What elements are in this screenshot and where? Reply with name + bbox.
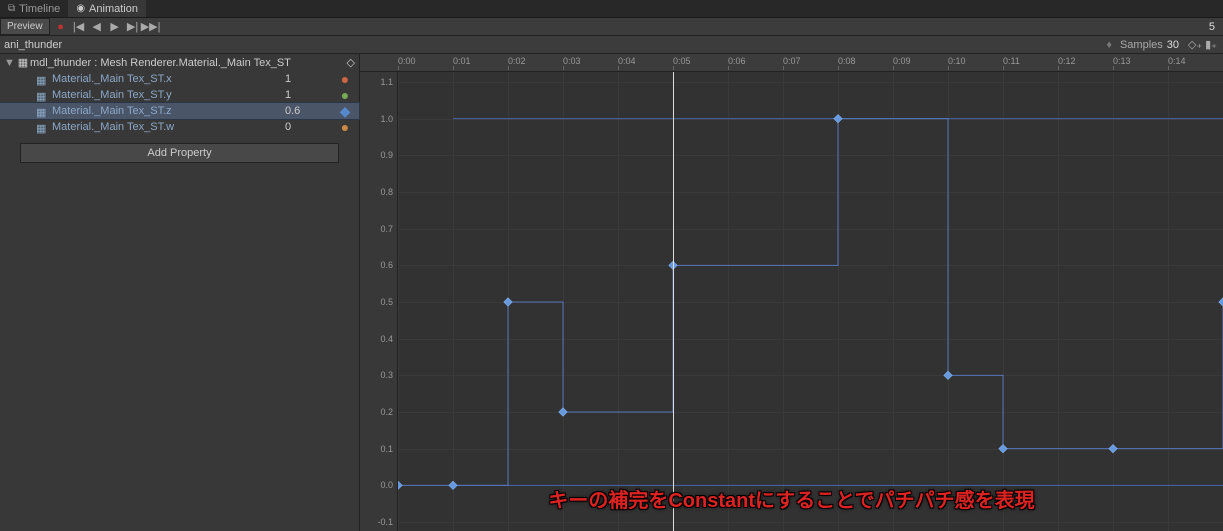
y-axis-label: 0.9 bbox=[380, 150, 393, 160]
keyframe-diamond[interactable] bbox=[1219, 298, 1223, 306]
ruler-tick: 0:12 bbox=[1058, 56, 1076, 66]
y-axis-label: 1.0 bbox=[380, 114, 393, 124]
keyframe-diamond[interactable] bbox=[504, 298, 512, 306]
ruler-tick: 0:06 bbox=[728, 56, 746, 66]
y-axis-label: 0.3 bbox=[380, 370, 393, 380]
add-event-button[interactable]: ▮₊ bbox=[1203, 38, 1219, 51]
add-keyframe-button[interactable]: ◇₊ bbox=[1187, 38, 1203, 51]
next-frame-button[interactable]: ▶| bbox=[124, 19, 142, 35]
prev-frame-button[interactable]: ◀ bbox=[88, 19, 106, 35]
tab-timeline[interactable]: ⧉Timeline bbox=[0, 0, 68, 17]
property-name: Material._Main Tex_ST.w bbox=[52, 121, 285, 133]
property-row[interactable]: ▦ Material._Main Tex_ST.w 0 ● bbox=[0, 119, 359, 135]
property-name: Material._Main Tex_ST.z bbox=[52, 105, 285, 117]
annotation-text: キーの補完をConstantにすることでパチパチ感を表現 bbox=[548, 484, 1034, 513]
ruler-tick: 0:09 bbox=[893, 56, 911, 66]
property-value[interactable]: 1 bbox=[285, 73, 335, 85]
keyframe-indicator-icon[interactable]: ● bbox=[335, 90, 355, 100]
y-axis-label: 0.0 bbox=[380, 480, 393, 490]
ruler-tick: 0:03 bbox=[563, 56, 581, 66]
y-axis-label: -0.1 bbox=[377, 517, 393, 527]
ruler-tick: 0:01 bbox=[453, 56, 471, 66]
property-name: Material._Main Tex_ST.y bbox=[52, 89, 285, 101]
ruler-tick: 0:00 bbox=[398, 56, 416, 66]
property-root[interactable]: ▼ ▦ mdl_thunder : Mesh Renderer.Material… bbox=[0, 54, 359, 71]
mesh-renderer-icon: ▦ bbox=[16, 57, 30, 69]
property-row[interactable]: ▦ Material._Main Tex_ST.y 1 ● bbox=[0, 87, 359, 103]
y-axis-label: 0.7 bbox=[380, 224, 393, 234]
property-name: Material._Main Tex_ST.x bbox=[52, 73, 285, 85]
samples-field[interactable]: 30 bbox=[1167, 39, 1179, 51]
curve-graph-area[interactable]: 1.1 1.0 0.9 0.8 0.7 0.6 0.5 0.4 0.3 0.2 0.1 0.0 -0.1… bbox=[360, 72, 1223, 531]
y-axis-label: 0.8 bbox=[380, 187, 393, 197]
y-axis-label: 0.5 bbox=[380, 297, 393, 307]
clip-menu-icon[interactable]: ♦ bbox=[1106, 39, 1112, 51]
frame-number-field[interactable]: 5 bbox=[1165, 21, 1215, 33]
property-root-label: mdl_thunder : Mesh Renderer.Material._Ma… bbox=[30, 57, 291, 69]
ruler-tick: 0:14 bbox=[1168, 56, 1186, 66]
keyframe-indicator-icon[interactable]: ● bbox=[335, 74, 355, 84]
play-button[interactable]: ▶ bbox=[106, 19, 124, 35]
keyframe-diamond[interactable] bbox=[1109, 444, 1117, 452]
ruler-tick: 0:02 bbox=[508, 56, 526, 66]
clip-dropdown[interactable]: ani_thunder bbox=[4, 39, 1106, 51]
preview-button[interactable]: Preview bbox=[0, 18, 50, 35]
ruler-tick: 0:11 bbox=[1003, 56, 1020, 66]
y-axis-label: 0.1 bbox=[380, 444, 393, 454]
keyframe-diamond[interactable] bbox=[449, 481, 457, 489]
keyframe-diamond-icon[interactable]: ◇ bbox=[347, 56, 355, 69]
y-axis-label: 1.1 bbox=[380, 77, 393, 87]
time-ruler[interactable]: 0:00 0:01 0:02 0:03 0:04 0:05 0:06 0:07 0:08 0:09… bbox=[360, 54, 1223, 72]
ruler-tick: 0:07 bbox=[783, 56, 801, 66]
y-axis-label: 0.4 bbox=[380, 334, 393, 344]
property-icon: ▦ bbox=[36, 74, 48, 84]
y-axis-label: 0.2 bbox=[380, 407, 393, 417]
ruler-tick: 0:10 bbox=[948, 56, 966, 66]
ruler-tick: 0:08 bbox=[838, 56, 856, 66]
property-row[interactable]: ▦ Material._Main Tex_ST.x 1 ● bbox=[0, 71, 359, 87]
timeline-icon: ⧉ bbox=[8, 3, 15, 14]
keyframe-indicator-icon[interactable]: ● bbox=[335, 122, 355, 132]
ruler-tick: 0:04 bbox=[618, 56, 636, 66]
ruler-tick: 0:13 bbox=[1113, 56, 1131, 66]
property-value[interactable]: 1 bbox=[285, 89, 335, 101]
property-icon: ▦ bbox=[36, 122, 48, 132]
playhead[interactable] bbox=[673, 72, 674, 531]
record-button[interactable]: ● bbox=[52, 19, 70, 35]
animation-icon: ◉ bbox=[76, 3, 85, 14]
first-frame-button[interactable]: |◀ bbox=[70, 19, 88, 35]
tab-animation[interactable]: ◉Animation bbox=[68, 0, 146, 17]
keyframe-diamond[interactable] bbox=[999, 444, 1007, 452]
y-axis: 1.1 1.0 0.9 0.8 0.7 0.6 0.5 0.4 0.3 0.2 0.1 0.0 -0.1 bbox=[360, 72, 398, 531]
last-frame-button[interactable]: ▶▶| bbox=[142, 19, 160, 35]
property-icon: ▦ bbox=[36, 90, 48, 100]
samples-label: Samples bbox=[1120, 39, 1163, 51]
keyframe-diamond[interactable] bbox=[559, 408, 567, 416]
y-axis-label: 0.6 bbox=[380, 260, 393, 270]
property-row[interactable]: ▦ Material._Main Tex_ST.z 0.6 ◆ bbox=[0, 103, 359, 119]
keyframe-diamond[interactable] bbox=[944, 371, 952, 379]
property-value[interactable]: 0 bbox=[285, 121, 335, 133]
keyframe-diamond[interactable] bbox=[834, 114, 842, 122]
expand-arrow-icon[interactable]: ▼ bbox=[4, 57, 16, 69]
keyframe-indicator-icon[interactable]: ◆ bbox=[335, 106, 355, 116]
keyframe-diamond[interactable] bbox=[398, 481, 402, 489]
ruler-tick: 0:05 bbox=[673, 56, 691, 66]
add-property-button[interactable]: Add Property bbox=[20, 143, 339, 163]
property-icon: ▦ bbox=[36, 106, 48, 116]
property-value[interactable]: 0.6 bbox=[285, 105, 335, 117]
